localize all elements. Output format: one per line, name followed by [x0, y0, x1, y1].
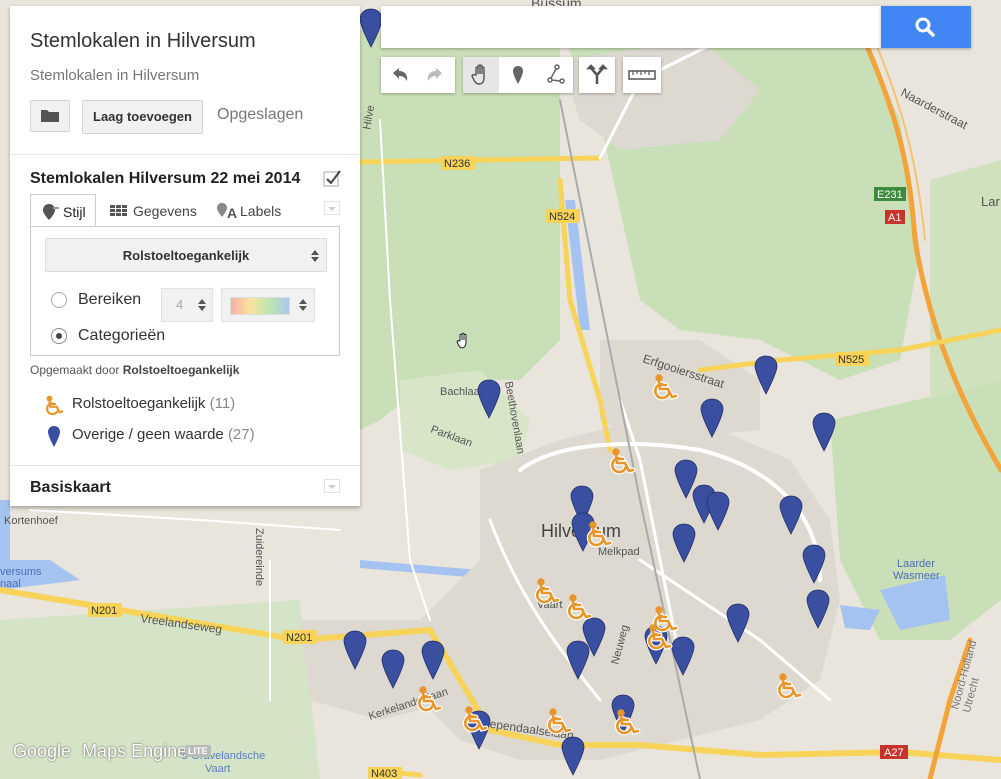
- created-by-field: Rolstoeltoegankelijk: [122, 363, 240, 377]
- map-label-e231: E231: [877, 189, 903, 201]
- stepper-arrows-icon: [198, 299, 206, 311]
- search-icon: [915, 17, 935, 37]
- legend-count-wheelchair: (11): [209, 395, 236, 412]
- undo-icon: [393, 68, 408, 81]
- radio-selected-dot: [56, 333, 62, 339]
- divider: [10, 154, 360, 155]
- map-label-n524: N524: [549, 211, 575, 223]
- style-by-select[interactable]: Rolstoeltoegankelijk: [45, 238, 327, 272]
- redo-icon: [427, 68, 442, 81]
- layer-visibility-checkbox[interactable]: [323, 169, 341, 187]
- svg-text:A: A: [227, 205, 237, 221]
- map-label-melkpad: Melkpad: [598, 546, 640, 558]
- hand-cursor-icon: [456, 332, 467, 349]
- style-settings: Rolstoeltoegankelijk Bereiken 4 Categori…: [30, 226, 340, 356]
- directions-toolbar: [579, 57, 615, 93]
- wheelchair-icon: [46, 395, 64, 416]
- tab-data-label: Gegevens: [133, 203, 197, 219]
- lite-badge: LITE: [185, 745, 211, 757]
- map-label-laarder-wasmeer: Laarder Wasmeer: [893, 558, 940, 582]
- layer-tabs: Stijl Gegevens A Labels: [30, 194, 340, 226]
- select-arrows-icon: [299, 299, 307, 311]
- save-status: Opgeslagen: [217, 106, 304, 123]
- map-label-n403: N403: [371, 768, 397, 779]
- layers-panel: Stemlokalen in Hilversum Stemlokalen in …: [10, 6, 360, 506]
- table-icon: [110, 205, 127, 216]
- folder-icon: [41, 110, 59, 122]
- tab-style[interactable]: Stijl: [30, 194, 96, 226]
- line-draw-icon: [547, 64, 565, 84]
- chevron-down-icon: [328, 485, 336, 489]
- map-label-a1: A1: [888, 212, 901, 224]
- basemap-toggle[interactable]: [324, 479, 340, 493]
- map-label-lar: Lar: [981, 194, 1000, 209]
- legend-label-wheelchair: Rolstoeltoegankelijk (11): [72, 395, 236, 412]
- tab-style-label: Stijl: [63, 204, 86, 220]
- map-label-zuidereinde: Zuidereinde: [253, 528, 265, 586]
- map-label-a27: A27: [884, 747, 904, 759]
- directions-button[interactable]: [579, 57, 615, 93]
- open-folder-button[interactable]: [30, 100, 70, 132]
- attribution: Google Maps Engine LITE: [13, 741, 211, 762]
- add-layer-button[interactable]: Laag toevoegen: [82, 100, 203, 134]
- created-by-prefix: Opgemaakt door: [30, 363, 120, 377]
- color-ramp-swatch: [230, 297, 290, 315]
- google-logo: Google: [13, 741, 72, 761]
- categories-label: Categorieën: [78, 327, 166, 344]
- pan-tool-button[interactable]: [463, 57, 499, 93]
- map-title[interactable]: Stemlokalen in Hilversum: [30, 30, 256, 53]
- select-arrows-icon: [311, 250, 319, 262]
- ranges-radio[interactable]: [51, 292, 67, 308]
- color-ramp-select[interactable]: [221, 288, 315, 322]
- search-input[interactable]: [381, 6, 881, 48]
- measure-toolbar: [623, 57, 661, 93]
- categories-radio[interactable]: [51, 328, 67, 344]
- map-label-n201-east: N201: [286, 632, 312, 644]
- style-by-value: Rolstoeltoegankelijk: [122, 248, 250, 263]
- legend-count-other: (27): [227, 426, 255, 443]
- map-label-n525: N525: [838, 354, 864, 366]
- divider: [10, 465, 360, 466]
- map-label-kortenhoef: Kortenhoef: [4, 515, 59, 527]
- basemap-section[interactable]: Basiskaart: [30, 479, 111, 497]
- map-description[interactable]: Stemlokalen in Hilversum: [30, 67, 199, 84]
- map-pin-icon: [48, 426, 60, 447]
- ranges-count-value: 4: [176, 297, 184, 312]
- search-button[interactable]: [881, 6, 971, 48]
- map-label-n236: N236: [444, 158, 470, 170]
- legend-label-other: Overige / geen waarde (27): [72, 426, 255, 443]
- tab-labels[interactable]: A Labels: [216, 194, 296, 226]
- add-marker-button[interactable]: [500, 57, 536, 93]
- ruler-icon: [628, 70, 656, 80]
- layer-name[interactable]: Stemlokalen Hilversum 22 mei 2014: [30, 170, 300, 188]
- redo-button[interactable]: [418, 57, 454, 93]
- tab-labels-label: Labels: [240, 203, 282, 219]
- marker-icon: [513, 66, 523, 84]
- ranges-count-stepper[interactable]: 4: [161, 288, 213, 322]
- history-toolbar: [381, 57, 455, 93]
- draw-line-button[interactable]: [537, 57, 573, 93]
- tab-data[interactable]: Gegevens: [110, 194, 206, 226]
- undo-button[interactable]: [381, 57, 417, 93]
- draw-toolbar: [463, 57, 573, 93]
- directions-icon: [585, 64, 609, 84]
- product-name: Maps Engine: [82, 741, 188, 761]
- created-by: Opgemaakt door Rolstoeltoegankelijk: [30, 363, 239, 377]
- ranges-label: Bereiken: [78, 291, 142, 308]
- label-icon: A: [217, 203, 237, 221]
- measure-button[interactable]: [624, 57, 660, 93]
- style-marker-icon: [43, 204, 59, 220]
- map-label-n201-west: N201: [91, 605, 117, 617]
- hand-icon: [471, 64, 485, 85]
